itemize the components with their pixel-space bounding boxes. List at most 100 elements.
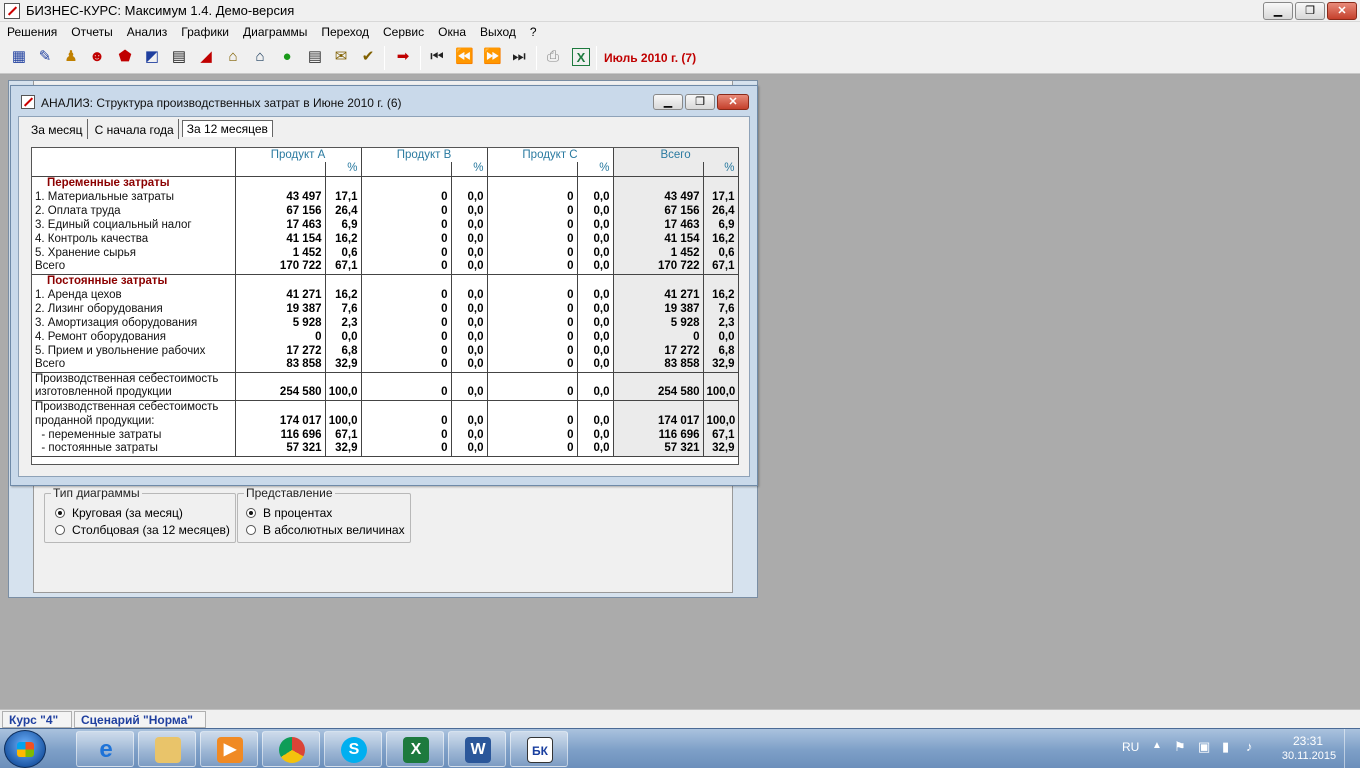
table-row: 5. Хранение сырья 1 452 0,6 0 0,0 0 0,0 1 452 0,… bbox=[32, 246, 739, 260]
radio-pie-dot[interactable] bbox=[55, 508, 65, 518]
check-icon[interactable]: ✔ bbox=[359, 48, 377, 66]
value-bp: 0,0 bbox=[451, 260, 488, 275]
money-bag-icon[interactable]: ● bbox=[278, 48, 296, 66]
value-t: 41 154 bbox=[613, 232, 704, 246]
tab-12-months[interactable]: За 12 месяцев bbox=[181, 120, 273, 137]
taskbar-media[interactable]: ▶ bbox=[200, 731, 258, 767]
device-icon[interactable]: ▮ bbox=[1222, 739, 1229, 755]
taskbar-business-course[interactable]: БК bbox=[510, 731, 568, 767]
toolbar-separator bbox=[536, 46, 537, 70]
radio-bar[interactable]: Столбцовая (за 12 месяцев) bbox=[55, 523, 230, 537]
reports-icon[interactable]: ✎ bbox=[36, 48, 54, 66]
value-tp: 2,3 bbox=[703, 316, 739, 330]
taskbar-skype[interactable]: S bbox=[324, 731, 382, 767]
value-ap: 17,1 bbox=[325, 190, 362, 204]
value-tp: 16,2 bbox=[703, 288, 739, 302]
analysis-close-button[interactable]: ✕ bbox=[717, 94, 749, 110]
tab-month[interactable]: За месяц bbox=[27, 119, 88, 139]
value-b: 0 bbox=[361, 316, 452, 330]
edit-icon[interactable]: ✉ bbox=[332, 48, 350, 66]
blank-cell bbox=[577, 274, 614, 288]
row-label: 3. Единый социальный налог bbox=[32, 218, 236, 232]
finance-icon[interactable]: ⬟ bbox=[116, 48, 134, 66]
warehouse-icon[interactable]: ⌂ bbox=[251, 48, 269, 66]
radio-bar-dot[interactable] bbox=[55, 525, 65, 535]
menu-item-5[interactable]: Переход bbox=[314, 25, 376, 39]
next-icon[interactable]: ⏩ bbox=[483, 48, 502, 66]
first-icon[interactable]: ⏮ bbox=[428, 48, 446, 66]
analysis-minimize-button[interactable]: ▁ bbox=[653, 94, 683, 110]
menu-item-7[interactable]: Окна bbox=[431, 25, 473, 39]
analysis-icon[interactable]: ♟ bbox=[62, 48, 80, 66]
taskbar-excel[interactable]: X bbox=[386, 731, 444, 767]
toolbar-separator bbox=[420, 46, 421, 70]
menu-item-8[interactable]: Выход bbox=[473, 25, 523, 39]
show-hidden-icons[interactable]: ▲ bbox=[1152, 740, 1162, 751]
close-button[interactable]: ✕ bbox=[1327, 2, 1357, 20]
internet-explorer-icon: e bbox=[99, 736, 113, 763]
radio-bar-label: Столбцовая (за 12 месяцев) bbox=[72, 523, 230, 537]
start-button[interactable] bbox=[4, 730, 46, 768]
show-desktop-button[interactable] bbox=[1344, 729, 1360, 768]
radio-absolute[interactable]: В абсолютных величинах bbox=[246, 523, 405, 537]
taskbar-explorer[interactable] bbox=[138, 731, 196, 767]
people-icon[interactable]: ☻ bbox=[88, 48, 106, 66]
blank-cell bbox=[235, 400, 326, 414]
menu-item-6[interactable]: Сервис bbox=[376, 25, 431, 39]
value-a: 17 463 bbox=[235, 218, 326, 232]
blank-cell bbox=[487, 274, 578, 288]
radio-absolute-dot[interactable] bbox=[246, 525, 256, 535]
volume-icon[interactable]: ♪ bbox=[1246, 739, 1253, 754]
table-row: 2. Лизинг оборудования 19 387 7,6 0 0,0 0 0,0 1… bbox=[32, 302, 739, 316]
factory-icon[interactable]: ⌂ bbox=[224, 48, 242, 66]
value-b: 0 bbox=[361, 246, 452, 260]
blank-cell bbox=[613, 400, 704, 414]
last-icon[interactable]: ⏭ bbox=[510, 48, 528, 66]
radio-pie[interactable]: Круговая (за месяц) bbox=[55, 506, 183, 520]
flag-icon[interactable]: ⚑ bbox=[1174, 739, 1186, 755]
value-a: 67 156 bbox=[235, 204, 326, 218]
value-a: 116 696 bbox=[235, 428, 326, 442]
next-step-icon[interactable]: ➡ bbox=[394, 48, 412, 66]
table-icon[interactable]: ▤ bbox=[170, 48, 188, 66]
value-tp: 100,0 bbox=[703, 414, 739, 428]
print-icon[interactable]: ⎙ bbox=[544, 48, 562, 66]
menu-item-0[interactable]: Решения bbox=[0, 25, 64, 39]
menu-item-1[interactable]: Отчеты bbox=[64, 25, 119, 39]
menu-bar: Решения Отчеты Анализ Графики Диаграммы Перех… bbox=[0, 22, 1360, 42]
taskbar-ie[interactable]: e bbox=[76, 731, 134, 767]
value-cp: 0,0 bbox=[577, 414, 614, 428]
document-icon[interactable]: ▤ bbox=[306, 48, 324, 66]
radio-percent-dot[interactable] bbox=[246, 508, 256, 518]
menu-item-4[interactable]: Диаграммы bbox=[236, 25, 314, 39]
chart-icon[interactable]: ◢ bbox=[197, 48, 215, 66]
column-header: Продукт C bbox=[487, 148, 614, 162]
table-row: Всего 83 858 32,9 0 0,0 0 0,0 83 858 32,9 bbox=[32, 358, 739, 373]
value-b: 0 bbox=[361, 288, 452, 302]
clock[interactable]: 23:31 bbox=[1290, 734, 1326, 748]
blank-cell bbox=[451, 400, 488, 414]
analysis-restore-button[interactable]: ❐ bbox=[685, 94, 715, 110]
value-ap: 0,6 bbox=[325, 246, 362, 260]
menu-item-9[interactable]: ? bbox=[523, 25, 544, 39]
menu-item-3[interactable]: Графики bbox=[174, 25, 236, 39]
row-label: Всего bbox=[32, 358, 236, 373]
view-legend: Представление bbox=[244, 486, 335, 500]
taskbar-chrome[interactable] bbox=[262, 731, 320, 767]
value-a: 43 497 bbox=[235, 190, 326, 204]
network-icon[interactable]: ▣ bbox=[1198, 739, 1210, 755]
excel-icon[interactable]: X bbox=[572, 48, 590, 66]
blank-cell bbox=[361, 372, 452, 386]
restore-button[interactable]: ❐ bbox=[1295, 2, 1325, 20]
decisions-icon[interactable]: ▦ bbox=[10, 48, 28, 66]
minimize-button[interactable]: ▁ bbox=[1263, 2, 1293, 20]
tab-ytd[interactable]: С начала года bbox=[91, 119, 179, 139]
taskbar-word[interactable]: W bbox=[448, 731, 506, 767]
value-b: 0 bbox=[361, 302, 452, 316]
prev-icon[interactable]: ⏪ bbox=[455, 48, 474, 66]
value-bp: 0,0 bbox=[451, 442, 488, 457]
market-icon[interactable]: ◩ bbox=[143, 48, 161, 66]
language-indicator[interactable]: RU bbox=[1122, 740, 1139, 754]
menu-item-2[interactable]: Анализ bbox=[120, 25, 175, 39]
radio-percent[interactable]: В процентах bbox=[246, 506, 332, 520]
